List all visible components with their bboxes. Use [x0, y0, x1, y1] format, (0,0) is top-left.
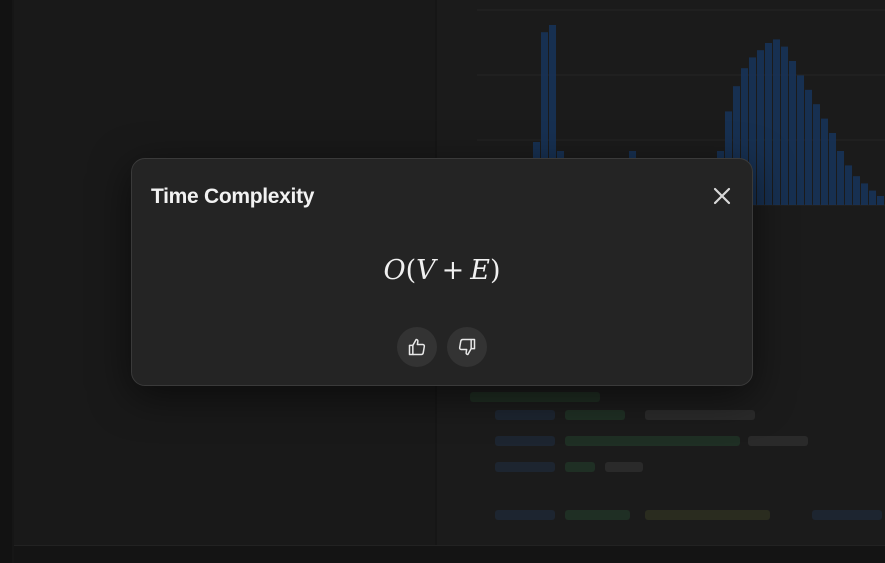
chart-bar: [853, 176, 860, 205]
formula-close-paren: ): [489, 255, 501, 286]
code-line: [812, 510, 882, 520]
formula-v: V: [416, 255, 436, 286]
dialog-title: Time Complexity: [151, 185, 315, 208]
chart-bar: [797, 75, 804, 206]
code-line: [565, 436, 740, 446]
feedback-row: [132, 327, 752, 367]
formula-big-o: O: [383, 255, 406, 286]
code-line: [470, 392, 600, 402]
chart-bar: [765, 43, 772, 205]
thumbs-up-button[interactable]: [397, 327, 437, 367]
code-line: [605, 462, 643, 472]
formula-open-paren: (: [405, 255, 417, 286]
thumbs-down-icon: [458, 338, 476, 356]
chart-bar: [829, 133, 836, 205]
chart-bar: [869, 190, 876, 205]
code-line: [495, 510, 555, 520]
code-line: [495, 410, 555, 420]
formula-plus: +: [441, 255, 465, 286]
chart-bar: [821, 118, 828, 205]
code-line: [748, 436, 808, 446]
code-line: [495, 436, 555, 446]
code-line: [645, 410, 755, 420]
code-line: [495, 462, 555, 472]
thumbs-down-button[interactable]: [447, 327, 487, 367]
chart-bar: [805, 89, 812, 205]
complexity-formula: O(V + E): [132, 255, 752, 286]
chart-bar: [781, 46, 788, 205]
formula-e: E: [470, 255, 490, 286]
status-bar: [14, 545, 885, 563]
code-line: [565, 510, 630, 520]
chart-bar: [813, 104, 820, 205]
code-line: [645, 510, 770, 520]
time-complexity-dialog: Time Complexity O(V + E): [131, 158, 753, 386]
close-button[interactable]: [710, 184, 734, 208]
left-sidebar: [0, 0, 12, 563]
chart-bar: [845, 165, 852, 205]
chart-bar: [757, 50, 764, 206]
thumbs-up-icon: [408, 338, 426, 356]
code-line: [565, 410, 625, 420]
chart-bar: [837, 151, 844, 205]
chart-bar: [877, 196, 884, 205]
chart-bar: [861, 183, 868, 205]
close-icon: [713, 187, 731, 205]
chart-bar: [789, 61, 796, 205]
code-line: [565, 462, 595, 472]
chart-bar: [773, 39, 780, 206]
